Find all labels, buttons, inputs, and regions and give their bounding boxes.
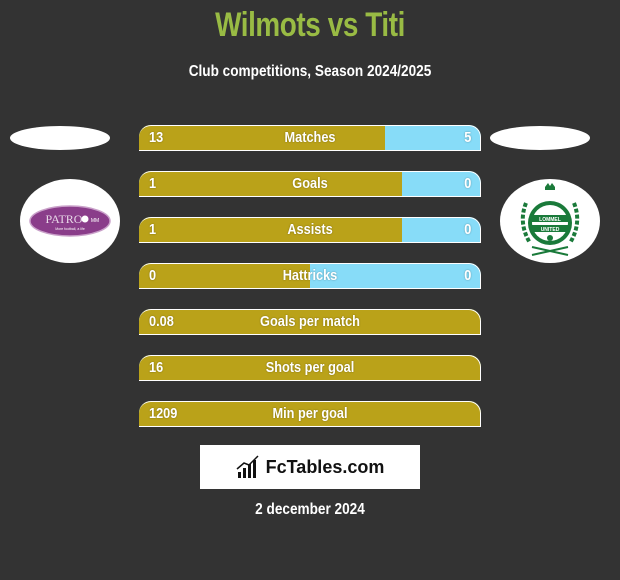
- right-value: 0: [463, 175, 471, 192]
- right-value: 5: [463, 129, 471, 146]
- svg-text:MM: MM: [91, 218, 99, 224]
- competition-subtitle: Club competitions, Season 2024/2025: [188, 63, 432, 80]
- right-value: 0: [463, 221, 471, 238]
- fctables-brand[interactable]: FcTables.com: [200, 445, 420, 489]
- left-value: 0: [149, 267, 157, 284]
- right-value: 0: [463, 267, 471, 284]
- svg-text:LOMMEL: LOMMEL: [539, 217, 561, 223]
- brand-name: FcTables.com: [265, 456, 385, 477]
- stat-bar-matches: 13 Matches 5: [139, 125, 481, 151]
- stat-bar-assists: 1 Assists 0: [139, 217, 481, 243]
- patro-logo-icon: PATRO MM More football, a life: [29, 205, 111, 237]
- left-team-name-placeholder: [10, 126, 110, 150]
- right-team-logo[interactable]: LOMMEL UNITED: [500, 179, 600, 263]
- svg-text:UNITED: UNITED: [541, 227, 560, 233]
- left-value: 16: [149, 359, 164, 376]
- stat-label: Shots per goal: [265, 359, 355, 376]
- stat-label: Goals per match: [260, 313, 360, 330]
- page-title: Wilmots vs Titi: [215, 6, 405, 44]
- stat-bar-goals-per-match: 0.08 Goals per match: [139, 309, 481, 335]
- stat-label: Hattricks: [282, 267, 338, 284]
- stat-label: Assists: [287, 221, 333, 238]
- stat-label: Matches: [284, 129, 336, 146]
- stat-bar-shots-per-goal: 16 Shots per goal: [139, 355, 481, 381]
- svg-text:PATRO: PATRO: [46, 212, 83, 226]
- left-value: 13: [149, 129, 164, 146]
- bar-chart-icon: [236, 455, 259, 478]
- left-team-logo[interactable]: PATRO MM More football, a life: [20, 179, 120, 263]
- right-team-name-placeholder: [490, 126, 590, 150]
- match-date: 2 december 2024: [255, 501, 365, 518]
- stat-label: Min per goal: [272, 405, 348, 422]
- stat-bar-goals: 1 Goals 0: [139, 171, 481, 197]
- stat-bar-hattricks: 0 Hattricks 0: [139, 263, 481, 289]
- left-value: 1: [149, 175, 157, 192]
- stat-label: Goals: [292, 175, 328, 192]
- svg-text:More football, a life: More football, a life: [55, 227, 85, 231]
- lommel-logo-icon: LOMMEL UNITED: [520, 183, 580, 256]
- left-value: 1: [149, 221, 157, 238]
- stat-bar-min-per-goal: 1209 Min per goal: [139, 401, 481, 427]
